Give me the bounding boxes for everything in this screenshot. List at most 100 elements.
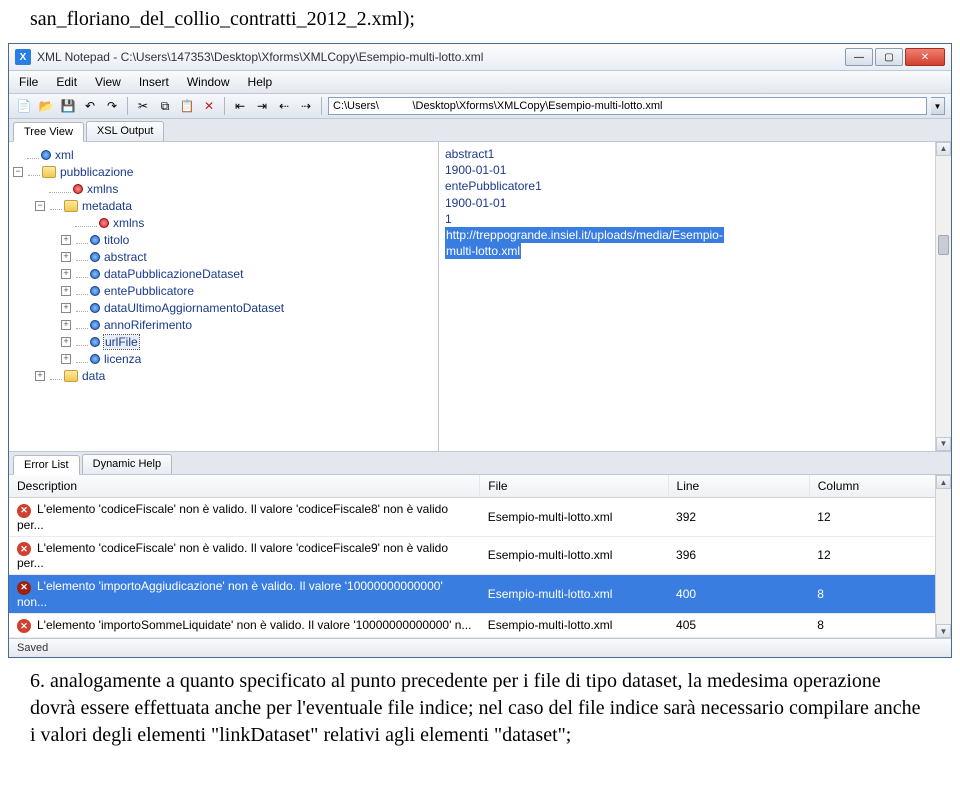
collapse-icon[interactable]: − xyxy=(13,167,23,177)
col-file[interactable]: File xyxy=(480,475,668,498)
menu-help[interactable]: Help xyxy=(248,75,273,89)
value-text: 1900-01-01 xyxy=(445,195,945,211)
tab-xsl-output[interactable]: XSL Output xyxy=(86,121,164,141)
error-row[interactable]: ✕L'elemento 'importoSommeLiquidate' non … xyxy=(9,613,951,638)
tree-node-xml[interactable]: xml xyxy=(13,146,434,163)
expand-icon[interactable]: + xyxy=(35,371,45,381)
menu-view[interactable]: View xyxy=(95,75,121,89)
minimize-button[interactable]: — xyxy=(845,48,873,66)
error-scrollbar[interactable]: ▲ ▼ xyxy=(935,475,951,638)
value-text-selected: multi-lotto.xml xyxy=(445,243,945,259)
col-line[interactable]: Line xyxy=(668,475,809,498)
scroll-up-icon[interactable]: ▲ xyxy=(936,475,951,489)
path-dropdown[interactable]: ▼ xyxy=(931,97,945,115)
value-panel[interactable]: abstract1 1900-01-01 entePubblicatore1 1… xyxy=(439,142,951,451)
new-file-icon[interactable]: 📄 xyxy=(15,97,33,115)
toolbar-sep xyxy=(127,97,128,115)
menu-window[interactable]: Window xyxy=(187,75,230,89)
menu-file[interactable]: File xyxy=(19,75,38,89)
scroll-thumb[interactable] xyxy=(938,235,949,255)
toolbar: 📄 📂 💾 ↶ ↷ ✂ ⧉ 📋 ✕ ⇤ ⇥ ⇠ ⇢ ▼ xyxy=(9,94,951,119)
menubar: File Edit View Insert Window Help xyxy=(9,71,951,94)
scroll-down-icon[interactable]: ▼ xyxy=(936,624,951,638)
tree-node-licenza[interactable]: + licenza xyxy=(13,350,434,367)
attribute-icon xyxy=(73,184,83,194)
tree-panel[interactable]: xml − pubblicazione xmlns − metadata xyxy=(9,142,439,451)
expand-icon[interactable]: + xyxy=(61,269,71,279)
path-input[interactable] xyxy=(328,97,927,115)
move-right-icon[interactable]: ⇥ xyxy=(253,97,271,115)
collapse-icon[interactable]: − xyxy=(35,201,45,211)
tree-area: xml − pubblicazione xmlns − metadata xyxy=(9,142,951,452)
statusbar: Saved xyxy=(9,638,951,657)
error-list: Description File Line Column ✕L'elemento… xyxy=(9,475,951,638)
expand-icon[interactable]: + xyxy=(61,303,71,313)
folder-icon xyxy=(42,166,56,178)
element-icon xyxy=(41,150,51,160)
scrollbar-vertical[interactable]: ▲ ▼ xyxy=(935,142,951,451)
titlebar: X XML Notepad - C:\Users\147353\Desktop\… xyxy=(9,44,951,71)
outdent-icon[interactable]: ⇠ xyxy=(275,97,293,115)
col-column[interactable]: Column xyxy=(809,475,950,498)
error-row-selected[interactable]: ✕L'elemento 'importoAggiudicazione' non … xyxy=(9,575,951,614)
error-row[interactable]: ✕L'elemento 'codiceFiscale' non è valido… xyxy=(9,536,951,575)
element-icon xyxy=(90,286,100,296)
menu-edit[interactable]: Edit xyxy=(56,75,77,89)
paste-icon[interactable]: 📋 xyxy=(178,97,196,115)
element-icon xyxy=(90,269,100,279)
window-buttons: — ▢ ✕ xyxy=(845,48,945,66)
tree-node-metadata[interactable]: − metadata xyxy=(13,197,434,214)
value-text-selected: http://treppogrande.insiel.it/uploads/me… xyxy=(445,227,945,243)
cut-icon[interactable]: ✂ xyxy=(134,97,152,115)
tree-node-annorif[interactable]: + annoRiferimento xyxy=(13,316,434,333)
tree-node-xmlns[interactable]: xmlns xyxy=(13,180,434,197)
tree-node-abstract[interactable]: + abstract xyxy=(13,248,434,265)
tab-error-list[interactable]: Error List xyxy=(13,455,80,475)
error-row[interactable]: ✕L'elemento 'codiceFiscale' non è valido… xyxy=(9,498,951,537)
col-description[interactable]: Description xyxy=(9,475,480,498)
element-icon xyxy=(90,252,100,262)
attribute-icon xyxy=(99,218,109,228)
element-icon xyxy=(90,337,100,347)
tree-node-entepub[interactable]: + entePubblicatore xyxy=(13,282,434,299)
expand-icon[interactable]: + xyxy=(61,354,71,364)
tree-node-urlfile[interactable]: + urlFile xyxy=(13,333,434,350)
indent-icon[interactable]: ⇢ xyxy=(297,97,315,115)
open-file-icon[interactable]: 📂 xyxy=(37,97,55,115)
redo-icon[interactable]: ↷ xyxy=(103,97,121,115)
scroll-down-icon[interactable]: ▼ xyxy=(936,437,951,451)
value-text: 1900-01-01 xyxy=(445,162,945,178)
maximize-button[interactable]: ▢ xyxy=(875,48,903,66)
tree-node-dataagg[interactable]: + dataUltimoAggiornamentoDataset xyxy=(13,299,434,316)
expand-icon[interactable]: + xyxy=(61,286,71,296)
error-icon: ✕ xyxy=(17,581,31,595)
element-icon xyxy=(90,235,100,245)
menu-insert[interactable]: Insert xyxy=(139,75,169,89)
window-title: XML Notepad - C:\Users\147353\Desktop\Xf… xyxy=(37,50,845,64)
save-icon[interactable]: 💾 xyxy=(59,97,77,115)
expand-icon[interactable]: + xyxy=(61,252,71,262)
tree-node-datapub[interactable]: + dataPubblicazioneDataset xyxy=(13,265,434,282)
tree-node-pubblicazione[interactable]: − pubblicazione xyxy=(13,163,434,180)
folder-icon xyxy=(64,370,78,382)
expand-icon[interactable]: + xyxy=(61,235,71,245)
value-text: abstract1 xyxy=(445,146,945,162)
value-text: 1 xyxy=(445,211,945,227)
doc-bottom-text: 6. analogamente a quanto specificato al … xyxy=(0,658,960,759)
element-icon xyxy=(90,303,100,313)
tree-node-titolo[interactable]: + titolo xyxy=(13,231,434,248)
tab-dynamic-help[interactable]: Dynamic Help xyxy=(82,454,172,474)
undo-icon[interactable]: ↶ xyxy=(81,97,99,115)
delete-icon[interactable]: ✕ xyxy=(200,97,218,115)
tree-node-xmlns2[interactable]: xmlns xyxy=(13,214,434,231)
move-left-icon[interactable]: ⇤ xyxy=(231,97,249,115)
scroll-up-icon[interactable]: ▲ xyxy=(936,142,951,156)
expand-icon[interactable]: + xyxy=(61,320,71,330)
tree-node-data[interactable]: + data xyxy=(13,367,434,384)
app-icon: X xyxy=(15,49,31,65)
tab-tree-view[interactable]: Tree View xyxy=(13,122,84,142)
close-button[interactable]: ✕ xyxy=(905,48,945,66)
expand-icon[interactable]: + xyxy=(61,337,71,347)
element-icon xyxy=(90,354,100,364)
copy-icon[interactable]: ⧉ xyxy=(156,97,174,115)
